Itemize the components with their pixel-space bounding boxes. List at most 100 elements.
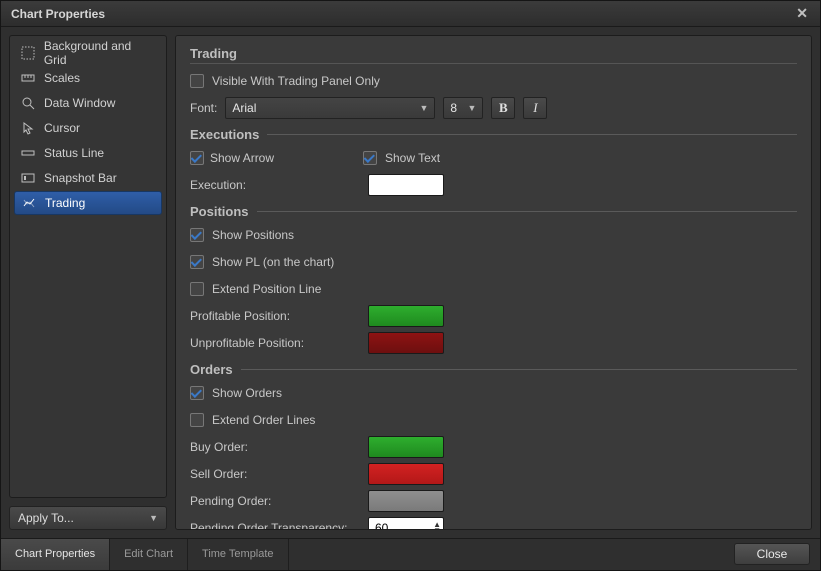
font-family-select[interactable]: Arial ▼ (225, 97, 435, 119)
bold-button[interactable]: B (491, 97, 515, 119)
visible-panel-only-checkbox[interactable] (190, 74, 204, 88)
show-orders-checkbox[interactable] (190, 386, 204, 400)
sidebar-item-label: Scales (44, 71, 80, 85)
row-buy-order: Buy Order: (190, 436, 797, 458)
show-pl-label: Show PL (on the chart) (212, 255, 334, 269)
chevron-down-icon: ▼ (149, 513, 158, 523)
status-line-icon (20, 145, 36, 161)
chart-properties-window: Chart Properties ✕ Background and Grid S… (0, 0, 821, 571)
spinner-arrows[interactable]: ▲▼ (433, 522, 441, 529)
footer-tabs: Chart Properties Edit Chart Time Templat… (1, 539, 289, 570)
apply-to-button[interactable]: Apply To... ▼ (9, 506, 167, 530)
row-pending-order: Pending Order: (190, 490, 797, 512)
row-show-orders: Show Orders (190, 382, 797, 404)
italic-label: I (533, 100, 537, 116)
grid-icon (20, 45, 36, 61)
show-positions-label: Show Positions (212, 228, 294, 242)
close-button[interactable]: Close (734, 543, 810, 565)
sidebar-item-label: Data Window (44, 96, 115, 110)
row-show-pl: Show PL (on the chart) (190, 251, 797, 273)
sidebar-item-snapshot-bar[interactable]: Snapshot Bar (14, 166, 162, 190)
font-size-value: 8 (450, 101, 457, 115)
row-visible-panel-only: Visible With Trading Panel Only (190, 70, 797, 92)
divider (267, 134, 797, 135)
show-positions-checkbox[interactable] (190, 228, 204, 242)
unprofitable-position-label: Unprofitable Position: (190, 336, 360, 350)
chevron-down-icon: ▼ (467, 103, 476, 113)
row-pending-transparency: Pending Order Transparency: 60 ▲▼ (190, 517, 797, 529)
window-title: Chart Properties (11, 7, 105, 21)
pending-transparency-input[interactable]: 60 ▲▼ (368, 517, 444, 529)
sidebar-item-trading[interactable]: Trading (14, 191, 162, 215)
positions-section-head: Positions (190, 204, 797, 219)
sidebar-item-scales[interactable]: Scales (14, 66, 162, 90)
divider (241, 369, 797, 370)
apply-to-label: Apply To... (18, 511, 74, 525)
row-execution-color: Execution: (190, 174, 797, 196)
sidebar: Background and Grid Scales Data Window (9, 35, 167, 529)
italic-button[interactable]: I (523, 97, 547, 119)
ruler-icon (20, 70, 36, 86)
close-button-label: Close (757, 547, 788, 561)
sidebar-item-label: Trading (45, 196, 85, 210)
magnifier-icon (20, 95, 36, 111)
cursor-icon (20, 120, 36, 136)
row-extend-order-lines: Extend Order Lines (190, 409, 797, 431)
pending-order-label: Pending Order: (190, 494, 360, 508)
extend-position-line-label: Extend Position Line (212, 282, 321, 296)
close-icon[interactable]: ✕ (792, 3, 812, 24)
extend-position-line-checkbox[interactable] (190, 282, 204, 296)
sidebar-item-data-window[interactable]: Data Window (14, 91, 162, 115)
unprofitable-position-swatch[interactable] (368, 332, 444, 354)
row-profitable-position: Profitable Position: (190, 305, 797, 327)
chevron-down-icon[interactable]: ▼ (433, 528, 441, 529)
sidebar-item-label: Cursor (44, 121, 80, 135)
main-panel: Trading Visible With Trading Panel Only … (175, 35, 812, 529)
row-sell-order: Sell Order: (190, 463, 797, 485)
sidebar-item-label: Snapshot Bar (44, 171, 117, 185)
trading-icon (21, 195, 37, 211)
sidebar-item-label: Status Line (44, 146, 104, 160)
chevron-down-icon: ▼ (419, 103, 428, 113)
sidebar-item-background-grid[interactable]: Background and Grid (14, 41, 162, 65)
show-pl-checkbox[interactable] (190, 255, 204, 269)
font-label: Font: (190, 101, 217, 115)
tab-label: Time Template (202, 548, 274, 560)
dialog-body: Background and Grid Scales Data Window (1, 27, 820, 537)
profitable-position-label: Profitable Position: (190, 309, 360, 323)
pending-transparency-label: Pending Order Transparency: (190, 521, 360, 529)
row-show-arrow-text: Show Arrow Show Text (190, 147, 797, 169)
orders-heading: Orders (190, 362, 233, 377)
sidebar-item-status-line[interactable]: Status Line (14, 141, 162, 165)
row-font: Font: Arial ▼ 8 ▼ B I (190, 97, 797, 119)
bold-label: B (499, 100, 508, 116)
pending-order-swatch[interactable] (368, 490, 444, 512)
show-text-checkbox[interactable] (363, 151, 377, 165)
tab-time-template[interactable]: Time Template (188, 539, 289, 570)
divider (257, 211, 797, 212)
execution-color-swatch[interactable] (368, 174, 444, 196)
sell-order-swatch[interactable] (368, 463, 444, 485)
tab-chart-properties[interactable]: Chart Properties (1, 539, 110, 570)
executions-heading: Executions (190, 127, 259, 142)
sidebar-item-label: Background and Grid (44, 39, 156, 67)
positions-heading: Positions (190, 204, 249, 219)
footer: Chart Properties Edit Chart Time Templat… (1, 538, 820, 570)
profitable-position-swatch[interactable] (368, 305, 444, 327)
sidebar-item-cursor[interactable]: Cursor (14, 116, 162, 140)
show-text-label: Show Text (385, 151, 440, 165)
pending-transparency-value: 60 (375, 521, 388, 529)
show-arrow-label: Show Arrow (210, 151, 274, 165)
row-show-positions: Show Positions (190, 224, 797, 246)
row-extend-position-line: Extend Position Line (190, 278, 797, 300)
font-family-value: Arial (232, 101, 256, 115)
font-size-select[interactable]: 8 ▼ (443, 97, 483, 119)
extend-order-lines-label: Extend Order Lines (212, 413, 315, 427)
sell-order-label: Sell Order: (190, 467, 360, 481)
orders-section-head: Orders (190, 362, 797, 377)
extend-order-lines-checkbox[interactable] (190, 413, 204, 427)
buy-order-swatch[interactable] (368, 436, 444, 458)
trading-heading: Trading (190, 46, 797, 61)
tab-edit-chart[interactable]: Edit Chart (110, 539, 188, 570)
show-arrow-checkbox[interactable] (190, 151, 204, 165)
